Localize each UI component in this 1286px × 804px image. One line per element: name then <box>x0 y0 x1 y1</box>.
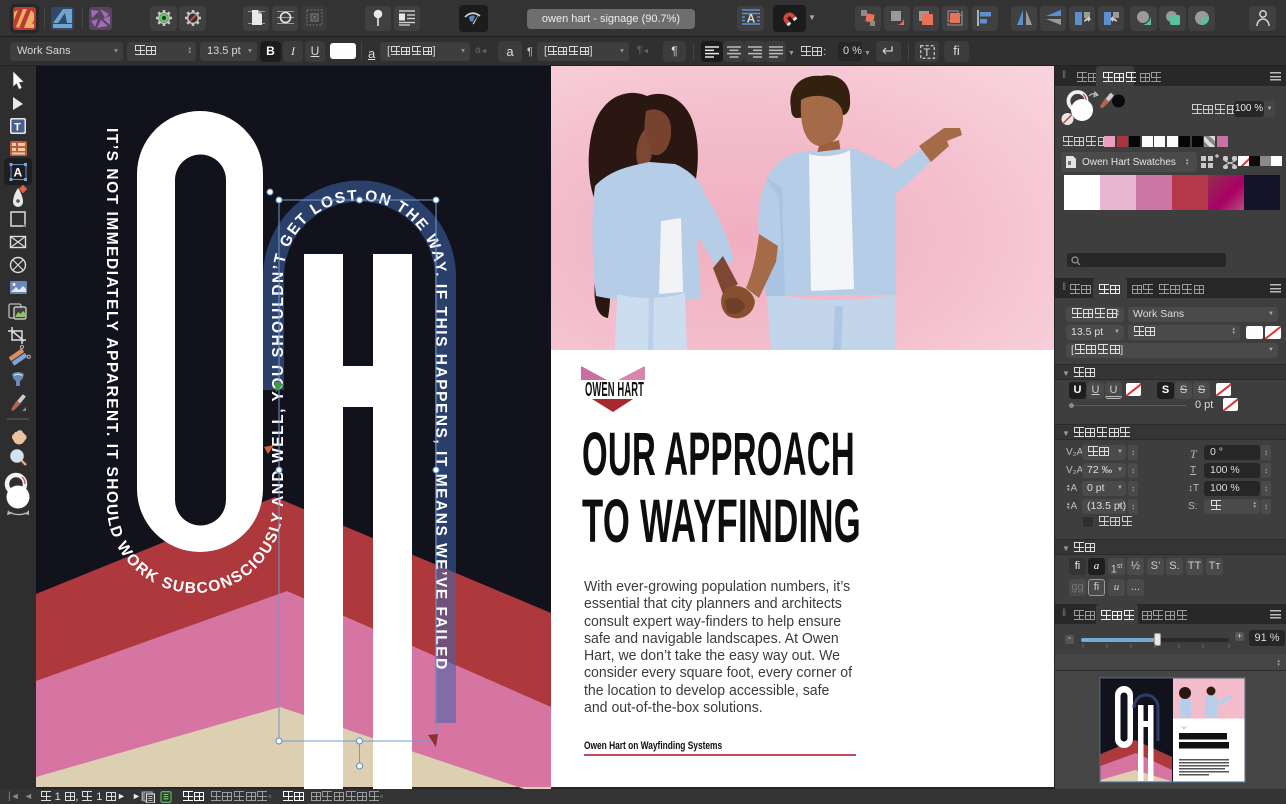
svg-text:A: A <box>747 12 756 26</box>
svg-text:A: A <box>14 166 23 180</box>
svg-text:T: T <box>14 122 21 134</box>
svg-text:T: T <box>924 47 931 59</box>
